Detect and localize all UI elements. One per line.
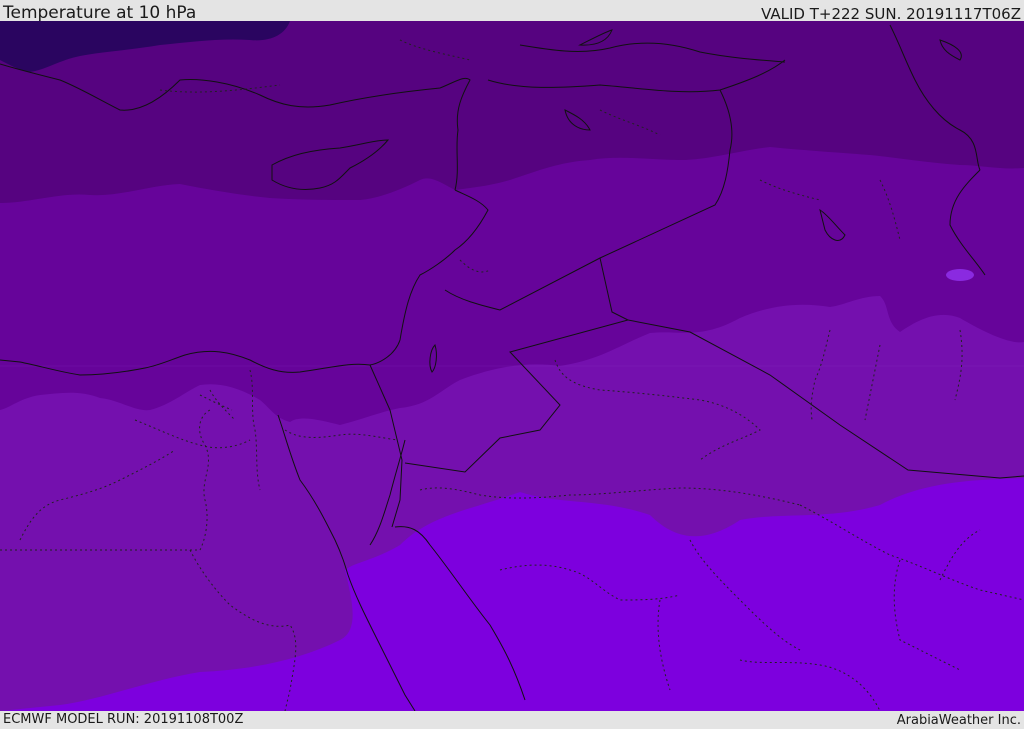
map-title: Temperature at 10 hPa — [3, 3, 197, 23]
weather-map[interactable] — [0, 21, 1024, 711]
model-run: ECMWF MODEL RUN: 20191108T00Z — [3, 712, 244, 727]
header-bar: Temperature at 10 hPa VALID T+222 SUN. 2… — [0, 0, 1024, 23]
footer-bar: ECMWF MODEL RUN: 20191108T00Z ArabiaWeat… — [0, 711, 1024, 729]
credit-label: ArabiaWeather Inc. — [896, 713, 1021, 728]
map-svg — [0, 21, 1024, 711]
